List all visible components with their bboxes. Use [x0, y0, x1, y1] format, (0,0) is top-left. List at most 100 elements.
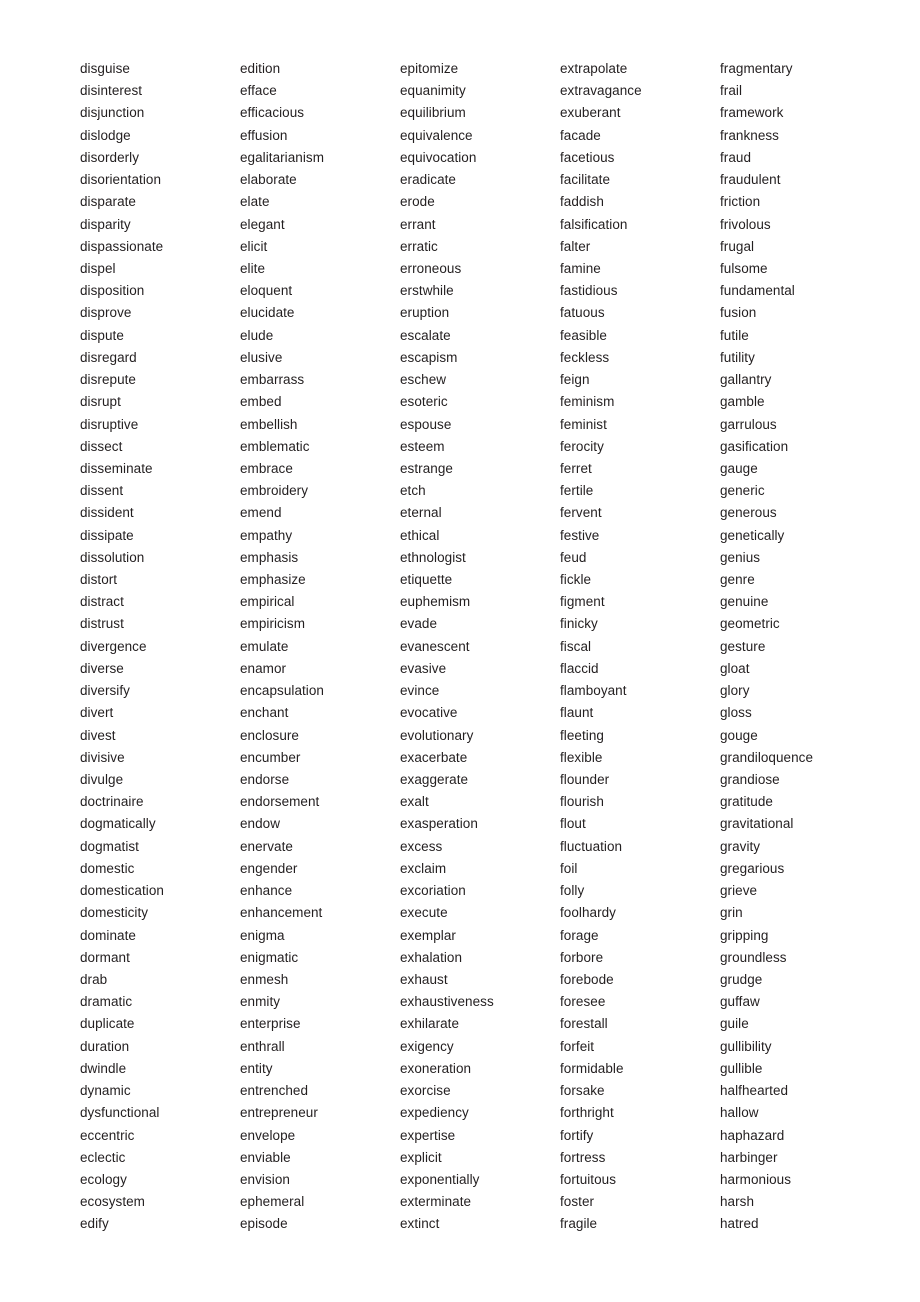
word-item: dispassionate: [80, 238, 164, 254]
word-item: divert: [80, 705, 114, 721]
word-item: drab: [80, 971, 108, 987]
word-item: feign: [560, 372, 590, 388]
word-item: efficacious: [240, 105, 305, 121]
word-item: dissect: [80, 438, 123, 454]
word-item: dissolution: [80, 549, 145, 565]
word-item: disjunction: [80, 105, 145, 121]
word-item: exemplar: [400, 927, 456, 943]
word-item: exhaust: [400, 971, 448, 987]
word-item: emphasis: [240, 549, 299, 565]
word-item: enervate: [240, 838, 293, 854]
word-item: gasification: [720, 438, 789, 454]
word-item: elaborate: [240, 172, 297, 188]
word-item: equivalence: [400, 127, 473, 143]
word-item: eclectic: [80, 1149, 126, 1165]
word-item: facade: [560, 127, 601, 143]
word-item: dogmatically: [80, 816, 156, 832]
word-item: futility: [720, 349, 755, 365]
word-item: fatuous: [560, 305, 605, 321]
word-item: encapsulation: [240, 683, 324, 699]
word-item: frivolous: [720, 216, 771, 232]
word-item: fortify: [560, 1127, 594, 1143]
word-item: execute: [400, 905, 448, 921]
word-item: disregard: [80, 349, 137, 365]
word-item: fiscal: [560, 638, 592, 654]
word-item: expertise: [400, 1127, 456, 1143]
word-item: grudge: [720, 971, 763, 987]
word-item: enthrall: [240, 1038, 285, 1054]
word-item: edify: [80, 1216, 109, 1232]
word-item: harsh: [720, 1194, 755, 1210]
word-item: diversify: [80, 683, 130, 699]
word-item: foil: [560, 860, 578, 876]
word-item: generous: [720, 505, 777, 521]
word-item: elucidate: [240, 305, 295, 321]
word-item: eccentric: [80, 1127, 135, 1143]
word-item: disguise: [80, 61, 130, 76]
word-item: faddish: [560, 194, 604, 210]
word-item: erratic: [400, 238, 438, 254]
word-item: empathy: [240, 527, 293, 543]
word-item: grandiloquence: [720, 749, 814, 765]
word-item: finicky: [560, 616, 598, 632]
word-item: fusion: [720, 305, 757, 321]
word-item: fervent: [560, 505, 602, 521]
word-item: generic: [720, 483, 765, 499]
word-item: duration: [80, 1038, 130, 1054]
word-item: gullible: [720, 1060, 763, 1076]
word-item: feasible: [560, 327, 607, 343]
word-item: eruption: [400, 305, 450, 321]
word-item: emulate: [240, 638, 289, 654]
word-item: feud: [560, 549, 587, 565]
word-item: extravagance: [560, 83, 642, 99]
word-item: exigency: [400, 1038, 454, 1054]
word-item: ecology: [80, 1171, 127, 1187]
word-item: formidable: [560, 1060, 624, 1076]
word-column-2: edition efface efficacious effusion egalitar…: [240, 58, 400, 1236]
word-item: exacerbate: [400, 749, 468, 765]
word-item: eloquent: [240, 283, 293, 299]
word-item: enigma: [240, 927, 285, 943]
word-item: domestic: [80, 860, 135, 876]
word-item: ethical: [400, 527, 440, 543]
word-item: groundless: [720, 949, 787, 965]
word-item: ephemeral: [240, 1194, 305, 1210]
word-item: expediency: [400, 1105, 469, 1121]
word-item: folly: [560, 883, 585, 899]
word-item: excoriation: [400, 883, 466, 899]
word-item: dominate: [80, 927, 136, 943]
word-item: exorcise: [400, 1083, 451, 1099]
word-item: exterminate: [400, 1194, 472, 1210]
word-item: frankness: [720, 127, 779, 143]
word-item: distrust: [80, 616, 124, 632]
word-item: efface: [240, 83, 277, 99]
word-item: divest: [80, 727, 116, 743]
word-item: grandiose: [720, 772, 780, 787]
word-item: elegant: [240, 216, 285, 232]
word-column-5: fragmentary frail framework frankness fraud f…: [720, 58, 920, 1236]
word-item: egalitarianism: [240, 149, 324, 165]
word-item: exaggerate: [400, 772, 469, 787]
word-item: enchant: [240, 705, 289, 721]
word-item: duplicate: [80, 1016, 135, 1032]
word-item: enterprise: [240, 1016, 301, 1032]
word-item: figment: [560, 594, 605, 610]
word-item: empiricism: [240, 616, 306, 632]
word-item: dormant: [80, 949, 130, 965]
word-item: euphemism: [400, 594, 471, 610]
word-item: fastidious: [560, 283, 618, 299]
word-item: elude: [240, 327, 274, 343]
word-item: evanescent: [400, 638, 470, 654]
word-item: erroneous: [400, 260, 462, 276]
word-item: grin: [720, 905, 743, 921]
word-item: dissident: [80, 505, 134, 521]
word-list-page: disguise disinterest disjunction dislodge di…: [0, 0, 920, 1302]
word-item: facetious: [560, 149, 615, 165]
word-item: fundamental: [720, 283, 795, 299]
word-item: flexible: [560, 749, 603, 765]
word-item: gratitude: [720, 794, 773, 810]
word-item: enmesh: [240, 971, 289, 987]
word-item: famine: [560, 260, 601, 276]
word-item: enamor: [240, 660, 287, 676]
word-item: disorderly: [80, 149, 140, 165]
